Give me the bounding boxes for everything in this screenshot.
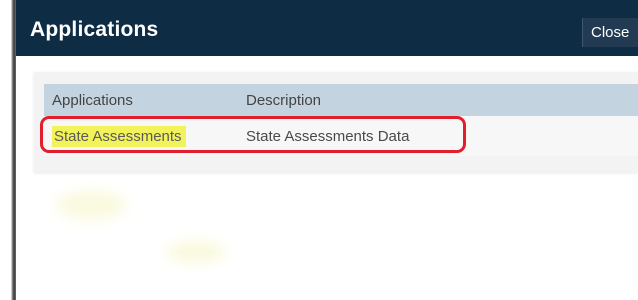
close-button[interactable]: Close [582, 18, 638, 47]
table-header-row: Applications Description [44, 84, 638, 116]
applications-table: Applications Description State Assessmen… [44, 84, 638, 156]
application-cell[interactable]: State Assessments [44, 116, 238, 156]
applications-dialog: Applications Close Applications Descript… [16, 0, 638, 300]
background-smudge [166, 240, 226, 264]
dialog-title: Applications [30, 18, 159, 41]
column-header-description[interactable]: Description [238, 84, 638, 116]
applications-panel: Applications Description State Assessmen… [34, 72, 638, 172]
column-header-applications[interactable]: Applications [44, 84, 238, 116]
dialog-titlebar: Applications Close [16, 0, 638, 56]
description-cell: State Assessments Data [238, 116, 638, 156]
table-row[interactable]: State Assessments State Assessments Data [44, 116, 638, 156]
window-edge [0, 0, 16, 300]
application-name-link[interactable]: State Assessments [52, 125, 186, 147]
background-smudge [56, 190, 126, 220]
